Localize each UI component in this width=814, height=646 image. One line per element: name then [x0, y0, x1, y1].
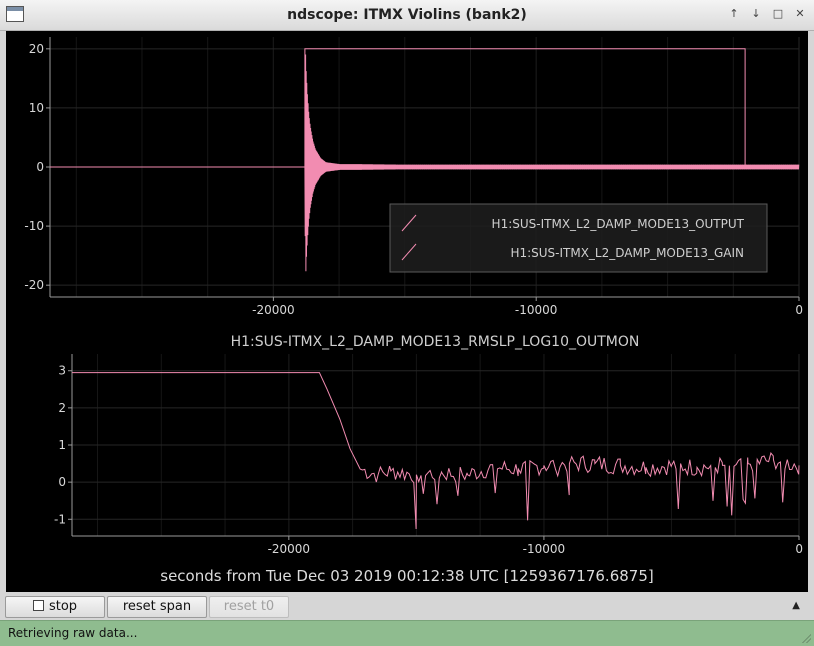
x-tick-label: -20000 [268, 542, 311, 556]
plot-top: 20 10 0 -10 -20 -20000 -10000 0 [24, 37, 803, 317]
close-icon[interactable]: ✕ [792, 6, 808, 22]
stop-checkbox[interactable] [32, 600, 44, 611]
y-tick-label: 1 [58, 438, 66, 452]
y-tick-label: 20 [29, 42, 44, 56]
down-arrow-icon[interactable]: ↓ [748, 6, 764, 22]
triangle-up-icon[interactable]: ▲ [792, 600, 800, 611]
window-titlebar: ndscope: ITMX Violins (bank2) ↑ ↓ □ ✕ [0, 0, 814, 31]
x-tick-label: 0 [795, 542, 803, 556]
x-tick-label: 0 [795, 303, 803, 317]
legend-label: H1:SUS-ITMX_L2_DAMP_MODE13_OUTPUT [492, 217, 745, 231]
plot-area: 20 10 0 -10 -20 -20000 -10000 0 3 2 1 0 -1 -20000 -100… [6, 31, 808, 592]
plot-bottom: 3 2 1 0 -1 -20000 -10000 0 [54, 354, 803, 556]
x-tick-label: -10000 [515, 303, 558, 317]
toolbar: stop reset span reset t0 ▲ [0, 593, 814, 620]
x-tick-label: -20000 [252, 303, 295, 317]
series-line-rmslp [72, 372, 800, 530]
y-tick-label: 0 [58, 475, 66, 489]
window-title: ndscope: ITMX Violins (bank2) [287, 7, 527, 23]
reset-span-button[interactable]: reset span [107, 596, 207, 618]
legend-box [389, 203, 768, 273]
plots-canvas[interactable]: 20100-10-20-20000 -10000 03210-1-20000 -100… [6, 31, 808, 592]
stop-label: stop [48, 599, 78, 614]
y-tick-label: 2 [58, 401, 66, 415]
maximize-icon[interactable]: □ [770, 6, 786, 22]
y-tick-label: 0 [36, 160, 44, 174]
x-tick-label: -10000 [523, 542, 566, 556]
y-tick-label: -10 [24, 219, 44, 233]
stop-button[interactable]: stop [5, 596, 105, 618]
y-tick-label: -1 [54, 512, 66, 526]
bottom-plot-title: H1:SUS-ITMX_L2_DAMP_MODE13_RMSLP_LOG10_O… [231, 334, 640, 350]
x-axis-caption: seconds from Tue Dec 03 2019 00:12:38 UT… [160, 567, 654, 585]
reset-t0-button[interactable]: reset t0 [209, 596, 289, 618]
resize-grip-icon[interactable] [801, 633, 811, 643]
window-controls: ↑ ↓ □ ✕ [726, 6, 808, 22]
legend: H1:SUS-ITMX_L2_DAMP_MODE13_OUTPUT H1:SUS-… [389, 203, 768, 273]
y-tick-label: 10 [29, 101, 44, 115]
status-text: Retrieving raw data... [8, 626, 138, 640]
y-tick-label: 3 [58, 364, 66, 378]
up-arrow-icon[interactable]: ↑ [726, 6, 742, 22]
y-tick-label: -20 [24, 278, 44, 292]
status-bar: Retrieving raw data... [0, 620, 814, 646]
legend-label: H1:SUS-ITMX_L2_DAMP_MODE13_GAIN [510, 246, 744, 260]
